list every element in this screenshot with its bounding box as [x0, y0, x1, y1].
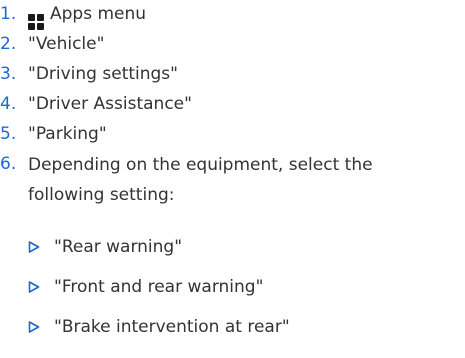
option-front-rear-warning: "Front and rear warning" — [28, 276, 263, 298]
step-text: Depending on the equipment, select the f… — [28, 153, 373, 207]
apps-menu-label: Apps menu — [50, 4, 147, 24]
step-text: "Parking" — [28, 124, 107, 144]
option-label: "Brake intervention at rear" — [54, 317, 290, 337]
option-label: "Rear warning" — [54, 237, 183, 257]
step-number: 3. — [0, 64, 17, 84]
step-text: "Driving settings" — [28, 64, 178, 84]
bullet-triangle-icon — [28, 241, 40, 253]
bullet-triangle-icon — [28, 321, 40, 333]
step-5: 5. "Parking" — [0, 123, 107, 145]
step-4: 4. "Driver Assistance" — [0, 93, 192, 115]
step-number: 4. — [0, 94, 17, 114]
step-text: "Vehicle" — [28, 34, 105, 54]
step-3: 3. "Driving settings" — [0, 63, 178, 85]
option-brake-intervention-rear: "Brake intervention at rear" — [28, 316, 290, 338]
step-number: 1. — [0, 4, 17, 24]
instruction-list: 1. Apps menu 2. "Vehicle" 3. "Driving se… — [0, 0, 465, 358]
step-1: 1. Apps menu — [0, 3, 146, 30]
bullet-triangle-icon — [28, 281, 40, 293]
option-label: "Front and rear warning" — [54, 277, 264, 297]
step-6: 6. Depending on the equipment, select th… — [0, 153, 373, 207]
step-text-line-1: Depending on the equipment, select the — [28, 155, 373, 175]
step-number: 2. — [0, 34, 17, 54]
step-text: Apps menu — [28, 3, 146, 30]
option-rear-warning: "Rear warning" — [28, 236, 182, 258]
step-number: 6. — [0, 154, 17, 174]
step-2: 2. "Vehicle" — [0, 33, 104, 55]
apps-grid-icon — [28, 14, 44, 30]
step-number: 5. — [0, 124, 17, 144]
step-text-line-2: following setting: — [28, 185, 175, 205]
step-text: "Driver Assistance" — [28, 94, 192, 114]
